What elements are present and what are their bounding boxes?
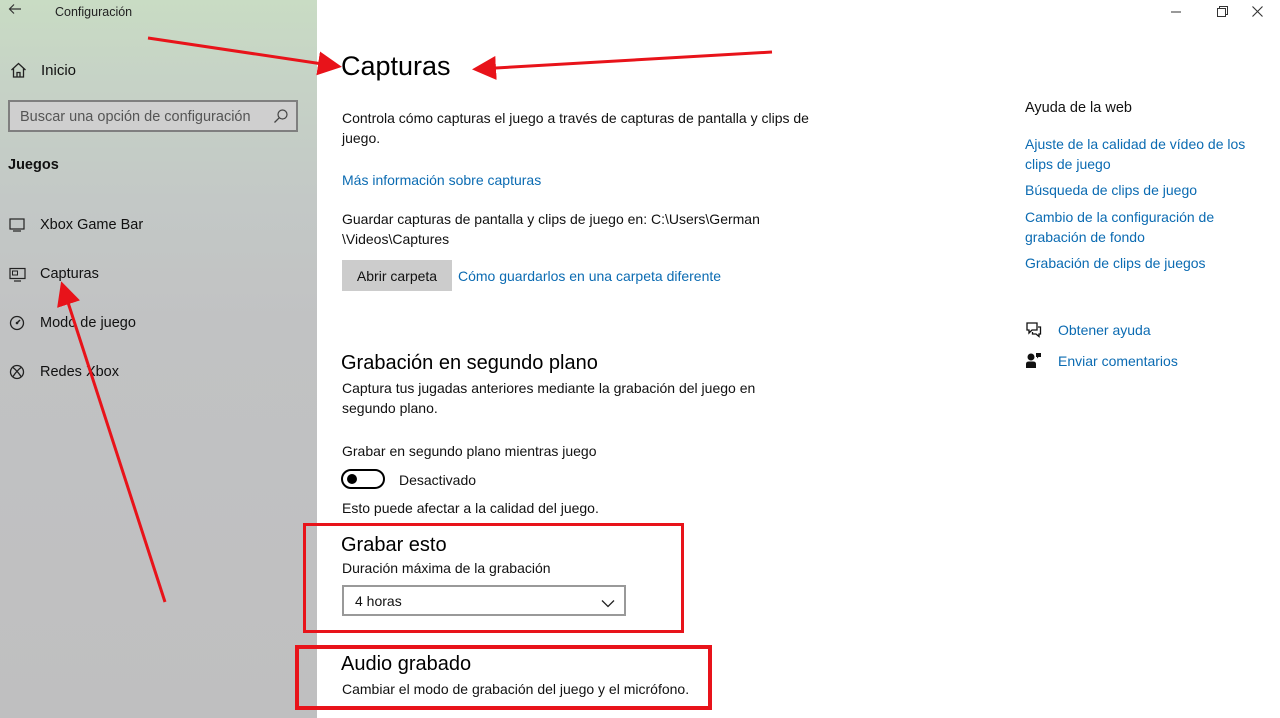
sidebar-item-label: Inicio — [41, 61, 77, 79]
sidebar-item-captures[interactable]: Capturas — [8, 262, 99, 286]
sidebar-item-xbox-networking[interactable]: Redes Xbox — [8, 360, 119, 384]
background-recording-toggle[interactable] — [341, 469, 385, 489]
sidebar-item-label: Capturas — [40, 266, 99, 282]
close-icon — [1251, 4, 1263, 22]
sidebar-item-label: Modo de juego — [40, 315, 136, 331]
page-description: Controla cómo capturas el juego a través… — [342, 110, 809, 146]
home-icon — [8, 62, 28, 78]
feedback-icon — [1025, 352, 1042, 369]
change-folder-link[interactable]: Cómo guardarlos en una carpeta diferente — [458, 266, 721, 286]
minimize-button[interactable] — [1153, 0, 1199, 26]
sidebar-item-game-mode[interactable]: Modo de juego — [8, 311, 136, 335]
annotation-box-record-this — [303, 523, 684, 633]
page-title: Capturas — [341, 51, 451, 81]
captures-icon — [8, 265, 26, 283]
background-recording-description: Captura tus jugadas anteriores mediante … — [342, 380, 756, 416]
toggle-state-label: Desactivado — [399, 472, 477, 488]
restore-icon — [1216, 4, 1228, 22]
back-arrow-icon[interactable] — [8, 2, 26, 20]
save-path-text: Guardar capturas de pantalla y clips de … — [342, 211, 760, 247]
help-link[interactable]: Cambio de la configuración de grabación … — [1025, 207, 1240, 247]
sidebar-item-home[interactable]: Inicio — [8, 59, 76, 81]
sidebar-item-label: Xbox Game Bar — [40, 217, 144, 233]
get-help-link[interactable]: Obtener ayuda — [1058, 320, 1151, 340]
help-link[interactable]: Ajuste de la calidad de vídeo de los cli… — [1025, 134, 1265, 174]
toggle-knob — [347, 474, 357, 484]
search-input[interactable] — [10, 102, 282, 132]
help-link[interactable]: Búsqueda de clips de juego — [1025, 180, 1197, 200]
performance-note: Esto puede afectar a la calidad del jueg… — [342, 500, 599, 516]
close-button[interactable] — [1234, 0, 1280, 26]
open-folder-button[interactable]: Abrir carpeta — [342, 260, 452, 291]
more-info-link[interactable]: Más información sobre capturas — [342, 170, 541, 190]
section-heading: Juegos — [8, 157, 59, 173]
background-recording-toggle-label: Grabar en segundo plano mientras juego — [342, 443, 597, 459]
get-help-icon — [1025, 321, 1042, 338]
xbox-game-bar-icon — [8, 216, 26, 234]
help-heading: Ayuda de la web — [1025, 100, 1132, 116]
sidebar-item-label: Redes Xbox — [40, 364, 119, 380]
help-link[interactable]: Grabación de clips de juegos — [1025, 253, 1206, 273]
game-mode-icon — [8, 314, 26, 332]
minimize-icon — [1171, 4, 1181, 22]
search-icon[interactable] — [273, 108, 289, 124]
sidebar: Configuración Inicio Juegos Xbox Game Ba… — [0, 0, 317, 718]
background-recording-heading: Grabación en segundo plano — [341, 352, 598, 374]
search-box[interactable] — [8, 100, 298, 132]
send-feedback-link[interactable]: Enviar comentarios — [1058, 351, 1178, 371]
xbox-icon — [8, 363, 26, 381]
annotation-box-recorded-audio — [295, 645, 712, 710]
app-title: Configuración — [55, 5, 133, 19]
sidebar-item-xbox-game-bar[interactable]: Xbox Game Bar — [8, 213, 143, 237]
